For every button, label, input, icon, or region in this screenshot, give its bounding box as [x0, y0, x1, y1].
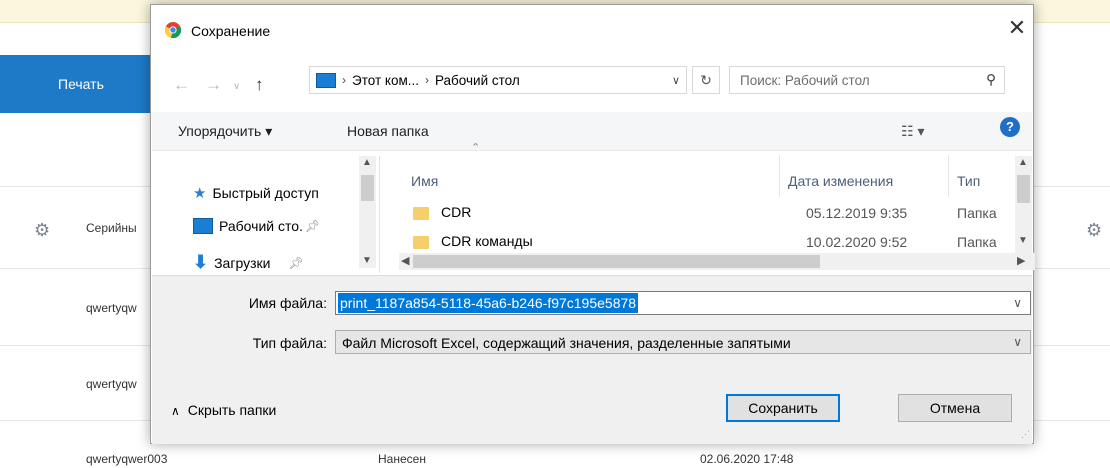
filetype-select[interactable]: Файл Microsoft Excel, содержащий значени… [335, 330, 1031, 354]
cancel-button[interactable]: Отмена [898, 394, 1012, 422]
desktop-icon [193, 218, 213, 234]
file-name: CDR команды [441, 233, 533, 249]
forward-arrow-icon[interactable]: → [205, 75, 222, 95]
up-arrow-icon[interactable]: ↑ [255, 75, 264, 95]
download-icon: ⬇ [193, 252, 209, 272]
search-placeholder: Поиск: Рабочий стол [740, 72, 870, 88]
file-type: Папка [957, 205, 997, 221]
filter-settings-icon-right[interactable]: ⚙ [1086, 220, 1102, 241]
close-icon[interactable]: ✕ [1003, 15, 1031, 41]
pin-icon: 📌︎ [304, 219, 321, 233]
table-cell-serial: qwertyqwer003 [86, 452, 168, 466]
navigation-pane: ★ Быстрый доступ Рабочий сто. 📌︎ ⬇ Загру… [163, 156, 379, 274]
scroll-up-icon[interactable]: ▲ [1018, 157, 1028, 168]
chevron-up-icon: ∧ [171, 404, 180, 418]
file-type: Папка [957, 234, 997, 250]
file-date: 10.02.2020 9:52 [806, 234, 908, 250]
scroll-down-icon[interactable]: ▼ [362, 255, 372, 266]
star-icon: ★ [193, 185, 207, 202]
address-bar[interactable]: › Этот ком... › Рабочий стол ∨ [309, 66, 687, 94]
nav-item-downloads[interactable]: ⬇ Загрузки 📌︎ [193, 252, 304, 273]
scroll-down-icon[interactable]: ▼ [1018, 235, 1028, 246]
file-date: 05.12.2019 9:35 [806, 205, 908, 221]
filetype-label: Тип файла: [252, 335, 327, 351]
nav-pane-scroll-thumb[interactable] [361, 175, 374, 201]
resize-grip-icon[interactable]: ⋰ [1021, 429, 1030, 440]
search-input[interactable]: Поиск: Рабочий стол ⚲ [729, 66, 1005, 94]
column-header-date[interactable]: Дата изменения [788, 173, 893, 189]
nav-item-label: Рабочий сто. [219, 218, 303, 234]
table-cell-serial: qwertyqw [86, 377, 137, 391]
file-list-scroll-thumb[interactable] [1017, 175, 1030, 203]
save-button[interactable]: Сохранить [726, 394, 840, 422]
back-arrow-icon[interactable]: ← [173, 75, 190, 95]
serial-column-header: Серийны [86, 221, 137, 235]
command-toolbar [152, 112, 1032, 151]
breadcrumb-desktop[interactable]: Рабочий стол [435, 73, 520, 88]
table-cell-status: Нанесен [378, 452, 426, 466]
filename-label: Имя файла: [248, 295, 327, 311]
recent-locations-icon[interactable]: ∨ [233, 81, 240, 92]
horizontal-scroll-thumb[interactable] [413, 255, 820, 268]
pane-divider [379, 156, 380, 273]
nav-item-label: Быстрый доступ [212, 185, 319, 201]
refresh-icon[interactable]: ↻ [692, 66, 720, 94]
view-options-icon[interactable]: ☷ ▾ [901, 123, 924, 140]
nav-item-label: Загрузки [214, 254, 271, 271]
print-button[interactable]: Печать [0, 55, 150, 113]
hide-folders-toggle[interactable]: ∧ Скрыть папки [171, 402, 276, 418]
file-row[interactable]: CDR [413, 204, 471, 220]
chevron-down-icon[interactable]: ∨ [1013, 335, 1022, 349]
chrome-icon [165, 22, 181, 38]
nav-item-desktop[interactable]: Рабочий сто. 📌︎ [193, 218, 320, 234]
table-cell-date: 02.06.2020 17:48 [700, 452, 794, 466]
file-row[interactable]: CDR команды [413, 233, 533, 250]
chevron-down-icon[interactable]: ∨ [1013, 296, 1022, 310]
pin-icon: 📌︎ [288, 255, 304, 270]
breadcrumb-separator-icon: › [424, 73, 429, 87]
filter-settings-icon[interactable]: ⚙ [34, 220, 50, 241]
search-icon: ⚲ [986, 72, 996, 87]
breadcrumb-separator-icon: › [342, 73, 346, 87]
column-header-type[interactable]: Тип [957, 173, 980, 189]
filename-field[interactable]: print_1187a854-5118-45a6-b246-f97c195e58… [335, 291, 1031, 315]
dialog-title: Сохранение [191, 23, 271, 39]
scroll-left-icon[interactable]: ◀ [401, 254, 409, 267]
address-dropdown-icon[interactable]: ∨ [672, 74, 680, 87]
column-divider[interactable] [948, 155, 949, 197]
scroll-up-icon[interactable]: ▲ [362, 157, 372, 168]
folder-icon [413, 206, 429, 220]
breadcrumb-this-pc[interactable]: Этот ком... [352, 73, 419, 88]
organize-button[interactable]: Упорядочить ▾ [178, 123, 272, 140]
file-name: CDR [441, 204, 472, 220]
column-divider[interactable] [779, 155, 780, 197]
filename-value: print_1187a854-5118-45a6-b246-f97c195e58… [338, 293, 639, 313]
help-icon[interactable]: ? [1000, 117, 1020, 137]
column-header-name[interactable]: Имя [411, 173, 438, 189]
hide-folders-label: Скрыть папки [187, 402, 277, 418]
folder-icon [413, 235, 429, 249]
computer-icon [316, 72, 336, 88]
filetype-value: Файл Microsoft Excel, содержащий значени… [342, 335, 791, 351]
table-cell-serial: qwertyqw [86, 301, 137, 315]
new-folder-button[interactable]: Новая папка [347, 123, 429, 139]
scroll-right-icon[interactable]: ▶ [1017, 254, 1025, 267]
nav-item-quick-access[interactable]: ★ Быстрый доступ [193, 184, 319, 202]
sort-ascending-icon: ⌃ [471, 142, 481, 154]
save-dialog: Сохранение ✕ ← → ∨ ↑ › Этот ком... › Раб… [150, 4, 1035, 444]
nav-pane-scrollbar[interactable] [359, 156, 376, 268]
